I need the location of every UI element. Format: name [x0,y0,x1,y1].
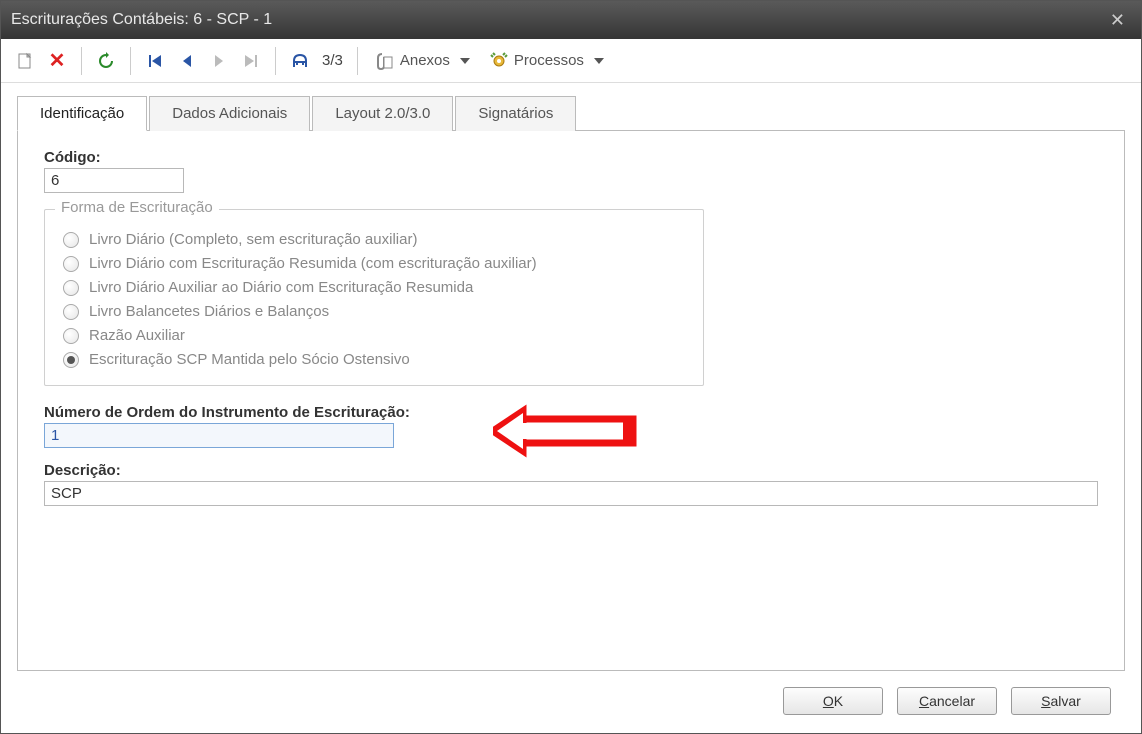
radio-icon [63,232,79,248]
window: Escriturações Contábeis: 6 - SCP - 1 ✕ ✕… [0,0,1142,734]
window-title: Escriturações Contábeis: 6 - SCP - 1 [11,11,1104,29]
codigo-label: Código: [44,149,1098,166]
anexos-label: Anexos [400,52,450,69]
tab-identificacao[interactable]: Identificação [17,96,147,131]
radio-label: Livro Balancetes Diários e Balanços [89,303,329,320]
radio-label: Livro Diário com Escrituração Resumida (… [89,255,537,272]
descricao-label: Descrição: [44,462,1098,479]
tabs-row: Identificação Dados Adicionais Layout 2.… [17,95,1125,131]
record-counter: 3/3 [322,52,343,69]
next-record-icon[interactable] [205,47,233,75]
prev-record-icon[interactable] [173,47,201,75]
tab-dados-adicionais[interactable]: Dados Adicionais [149,96,310,131]
radio-livro-diario-completo[interactable]: Livro Diário (Completo, sem escrituração… [63,231,685,248]
processos-label: Processos [514,52,584,69]
tab-layout[interactable]: Layout 2.0/3.0 [312,96,453,131]
ok-button[interactable]: OOKK [783,687,883,715]
titlebar: Escriturações Contábeis: 6 - SCP - 1 ✕ [1,1,1141,39]
radio-icon [63,256,79,272]
separator [81,47,82,75]
separator [357,47,358,75]
numero-ordem-group: Número de Ordem do Instrumento de Escrit… [44,404,1098,448]
radio-icon [63,328,79,344]
new-document-icon[interactable] [11,47,39,75]
radio-razao-auxiliar[interactable]: Razão Auxiliar [63,327,685,344]
fieldset-legend: Forma de Escrituração [55,199,219,216]
descricao-field[interactable] [44,481,1098,506]
radio-livro-diario-resumida[interactable]: Livro Diário com Escrituração Resumida (… [63,255,685,272]
codigo-field[interactable] [44,168,184,193]
delete-icon[interactable]: ✕ [43,47,71,75]
forma-escrituracao-fieldset: Forma de Escrituração Livro Diário (Comp… [44,209,704,386]
radio-label: Livro Diário Auxiliar ao Diário com Escr… [89,279,473,296]
search-icon[interactable] [286,47,314,75]
radio-livro-balancetes[interactable]: Livro Balancetes Diários e Balanços [63,303,685,320]
last-record-icon[interactable] [237,47,265,75]
dialog-buttons: OOKK CancelarCancelar SalvarSalvar [1,683,1141,733]
refresh-icon[interactable] [92,47,120,75]
radio-icon [63,352,79,368]
radio-icon [63,280,79,296]
cancelar-button[interactable]: CancelarCancelar [897,687,997,715]
processos-dropdown[interactable]: Processos [482,47,612,75]
chevron-down-icon [594,58,604,64]
radio-livro-diario-auxiliar[interactable]: Livro Diário Auxiliar ao Diário com Escr… [63,279,685,296]
radio-escrituracao-scp[interactable]: Escrituração SCP Mantida pelo Sócio Oste… [63,351,685,368]
chevron-down-icon [460,58,470,64]
close-icon[interactable]: ✕ [1104,10,1131,31]
numero-ordem-field[interactable] [44,423,394,448]
separator [130,47,131,75]
descricao-group: Descrição: [44,462,1098,506]
radio-icon [63,304,79,320]
first-record-icon[interactable] [141,47,169,75]
attachment-icon [376,52,394,70]
anexos-dropdown[interactable]: Anexos [368,47,478,75]
tab-panel: Código: Forma de Escrituração Livro Diár… [17,131,1125,671]
numero-ordem-label: Número de Ordem do Instrumento de Escrit… [44,404,1098,421]
radio-label: Livro Diário (Completo, sem escrituração… [89,231,417,248]
toolbar: ✕ 3/3 Anexos Processos [1,39,1141,83]
gear-icon [490,52,508,70]
radio-label: Escrituração SCP Mantida pelo Sócio Oste… [89,351,410,368]
separator [275,47,276,75]
tab-signatarios[interactable]: Signatários [455,96,576,131]
radio-label: Razão Auxiliar [89,327,185,344]
salvar-button[interactable]: SalvarSalvar [1011,687,1111,715]
